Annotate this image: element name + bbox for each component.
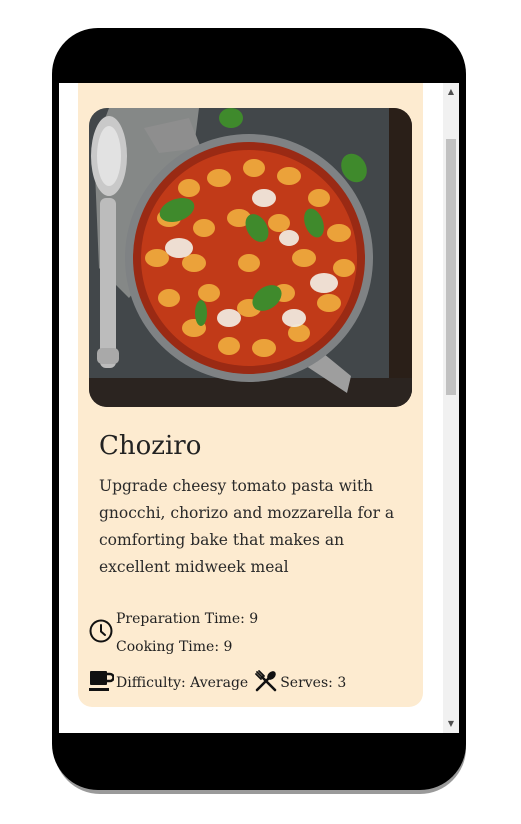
cooking-label: Cooking Time: — [116, 639, 220, 655]
recipe-title: Choziro — [99, 431, 202, 461]
scrollbar-thumb[interactable] — [446, 139, 456, 395]
serves-value: 3 — [337, 675, 347, 691]
spoon-fork-icon — [254, 669, 278, 697]
preparation-label: Preparation Time: — [116, 611, 245, 627]
preparation-value: 9 — [249, 611, 259, 627]
recipe-card[interactable]: Choziro Upgrade cheesy tomato pasta with… — [78, 83, 423, 707]
scroll-down-arrow-icon[interactable]: ▼ — [443, 717, 459, 731]
difficulty-value: Average — [190, 675, 249, 691]
cooking-value: 9 — [223, 639, 233, 655]
cooking-time: Cooking Time: 9 — [116, 633, 258, 661]
viewport[interactable]: Choziro Upgrade cheesy tomato pasta with… — [59, 83, 459, 733]
vertical-scrollbar[interactable]: ▲ ▼ — [443, 83, 459, 733]
difficulty-label: Difficulty: — [116, 675, 186, 691]
recipe-description: Upgrade cheesy tomato pasta with gnocchi… — [99, 477, 395, 576]
serves-label: Serves: — [280, 675, 333, 691]
extra-info: Difficulty: Average Serves: 3 — [88, 669, 346, 697]
coffee-cup-icon — [88, 669, 115, 697]
scroll-up-arrow-icon[interactable]: ▲ — [443, 85, 459, 99]
recipe-photo — [89, 108, 412, 407]
time-info: Preparation Time: 9 Cooking Time: 9 — [88, 605, 258, 661]
preparation-time: Preparation Time: 9 — [116, 605, 258, 633]
clock-icon — [88, 618, 114, 648]
